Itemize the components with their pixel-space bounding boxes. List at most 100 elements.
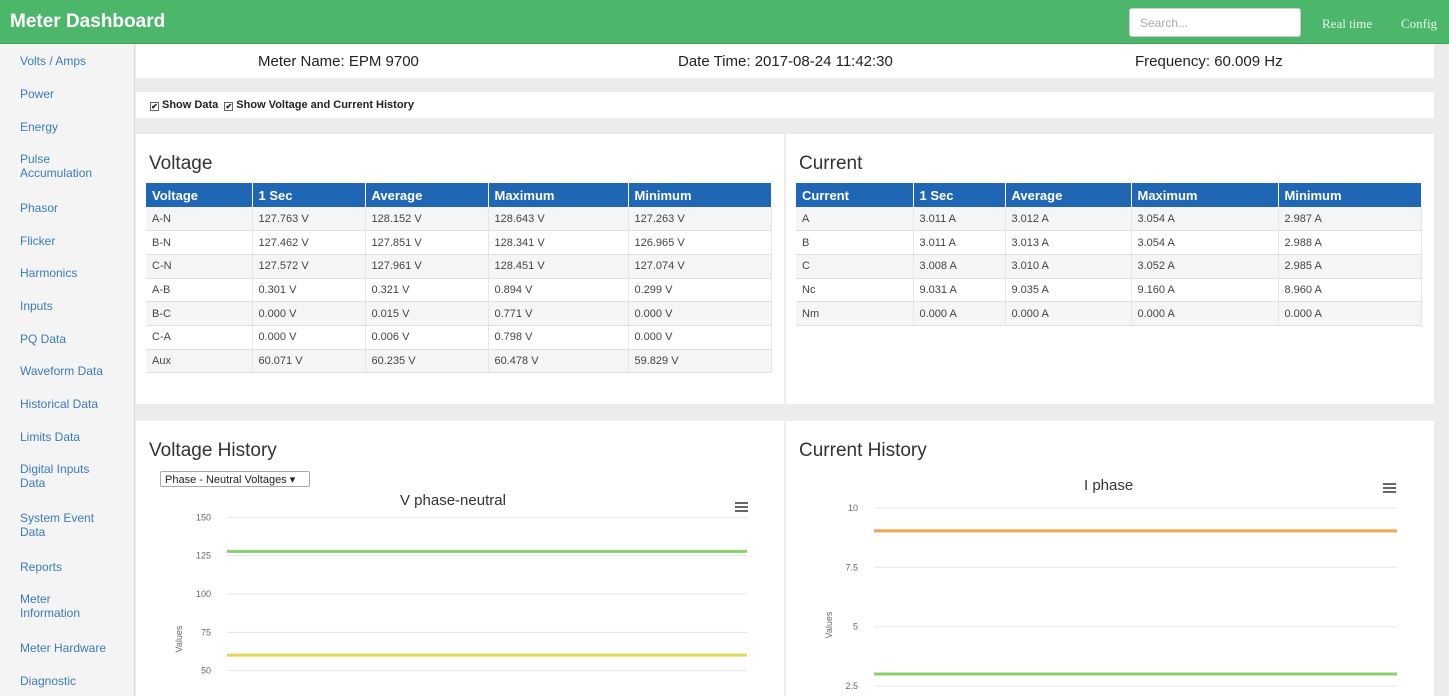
table-cell: 9.031 A: [913, 278, 1006, 303]
table-row: C 3.008 A 3.010 A 3.052 A 2.985 A: [796, 254, 1422, 279]
table-cell: 59.829 V: [628, 349, 772, 374]
column-header: 1 Sec: [252, 183, 366, 207]
voltage-table-header: Voltage 1 Sec Average Maximum Minimum: [146, 183, 772, 207]
current-history-title: Current History: [799, 440, 927, 461]
table-cell: 0.000 A: [913, 301, 1006, 326]
table-cell: C-N: [146, 254, 253, 279]
table-cell: 2.988 A: [1278, 230, 1422, 255]
table-row: B 3.011 A 3.013 A 3.054 A 2.988 A: [796, 230, 1422, 255]
table-cell: 3.052 A: [1131, 254, 1279, 279]
table-cell: 0.000 V: [628, 325, 772, 350]
show-history-checkbox[interactable]: ✔: [224, 102, 234, 111]
search-input[interactable]: [1129, 8, 1301, 37]
current-table: Current 1 Sec Average Maximum Minimum A3…: [796, 183, 1422, 326]
show-data-label: Show Data: [162, 99, 219, 111]
table-cell: 0.000 A: [1131, 301, 1279, 326]
table-cell: 128.341 V: [488, 230, 629, 255]
chart-menu-icon[interactable]: [735, 502, 748, 512]
current-chart-title: I phase: [1084, 477, 1134, 494]
table-row: B-N 127.462 V 127.851 V 128.341 V 126.965 V: [146, 230, 772, 255]
table-cell: A: [796, 207, 914, 232]
table-cell: 3.012 A: [1005, 207, 1132, 232]
voltage-history-chart: 150 125 100 75 50 Values: [174, 512, 747, 676]
column-header: Minimum: [1278, 183, 1422, 207]
current-history-chart: 10 7.5 5 2.5 Values: [824, 503, 1397, 691]
table-cell: 60.478 V: [488, 349, 629, 374]
table-cell: C: [796, 254, 914, 279]
table-cell: 127.263 V: [628, 207, 772, 232]
display-options: ✔ Show Data ✔ Show Voltage and Current His…: [150, 99, 414, 111]
voltage-type-select[interactable]: Phase - Neutral Voltages ▾: [160, 471, 310, 487]
column-header: Maximum: [1131, 183, 1279, 207]
table-row: Nm 0.000 A 0.000 A 0.000 A 0.000 A: [796, 301, 1422, 326]
sidebar-item-meter-hardware[interactable]: Meter Hardware: [20, 641, 130, 655]
chevron-down-icon: ▾: [289, 474, 296, 486]
frequency: Frequency: 60.009 Hz: [1135, 53, 1283, 70]
y-axis-label: Values: [174, 625, 184, 652]
chart-menu-icon[interactable]: [1383, 483, 1396, 493]
table-row: A-B 0.301 V 0.321 V 0.894 V 0.299 V: [146, 278, 772, 303]
table-cell: 0.798 V: [488, 325, 629, 350]
sidebar-item-energy[interactable]: Energy: [20, 120, 130, 134]
y-tick-label: 150: [196, 512, 211, 522]
sidebar-item-historical-data[interactable]: Historical Data: [20, 397, 130, 411]
table-cell: 127.763 V: [252, 207, 366, 232]
current-table-header: Current 1 Sec Average Maximum Minimum: [796, 183, 1422, 207]
table-cell: 9.160 A: [1131, 278, 1279, 303]
table-cell: 3.054 A: [1131, 230, 1279, 255]
sidebar-item-meter-information[interactable]: Meter Information: [20, 592, 100, 620]
table-cell: B-C: [146, 301, 253, 326]
table-cell: 8.960 A: [1278, 278, 1422, 303]
sidebar-item-reports[interactable]: Reports: [20, 560, 130, 574]
column-header: Voltage: [146, 183, 253, 207]
sidebar-item-pq-data[interactable]: PQ Data: [20, 332, 130, 346]
meter-name: Meter Name: EPM 9700: [258, 53, 419, 70]
table-cell: Nm: [796, 301, 914, 326]
table-cell: 128.152 V: [365, 207, 489, 232]
sidebar-item-digital-inputs-data[interactable]: Digital Inputs Data: [20, 462, 100, 490]
voltage-table: Voltage 1 Sec Average Maximum Minimum A-…: [146, 183, 772, 374]
current-title: Current: [799, 153, 863, 174]
y-tick-label: 2.5: [845, 681, 858, 691]
table-cell: 60.071 V: [252, 349, 366, 374]
y-tick-label: 75: [201, 627, 211, 637]
table-cell: 3.011 A: [913, 207, 1006, 232]
column-header: Current: [796, 183, 914, 207]
sidebar-item-diagnostic[interactable]: Diagnostic: [20, 674, 130, 688]
sidebar-item-system-event-data[interactable]: System Event Data: [20, 511, 100, 539]
table-cell: 2.987 A: [1278, 207, 1422, 232]
nav-config[interactable]: Config: [1401, 16, 1437, 32]
sidebar-item-volts-amps[interactable]: Volts / Amps: [20, 54, 130, 68]
y-tick-label: 7.5: [845, 562, 858, 572]
table-cell: 128.643 V: [488, 207, 629, 232]
app-title[interactable]: Meter Dashboard: [10, 11, 165, 33]
column-header: 1 Sec: [913, 183, 1006, 207]
table-cell: A-B: [146, 278, 253, 303]
table-cell: A-N: [146, 207, 253, 232]
table-cell: 0.321 V: [365, 278, 489, 303]
sidebar-item-harmonics[interactable]: Harmonics: [20, 266, 130, 280]
sidebar-item-inputs[interactable]: Inputs: [20, 299, 130, 313]
sidebar-item-flicker[interactable]: Flicker: [20, 234, 130, 248]
sidebar-item-phasor[interactable]: Phasor: [20, 201, 130, 215]
table-cell: 3.054 A: [1131, 207, 1279, 232]
date-time: Date Time: 2017-08-24 11:42:30: [678, 53, 893, 70]
table-cell: 0.000 V: [628, 301, 772, 326]
column-header: Minimum: [628, 183, 772, 207]
sidebar-item-limits-data[interactable]: Limits Data: [20, 430, 130, 444]
table-cell: 0.299 V: [628, 278, 772, 303]
sidebar-item-power[interactable]: Power: [20, 87, 130, 101]
table-cell: 0.771 V: [488, 301, 629, 326]
table-cell: 0.000 V: [252, 301, 366, 326]
voltage-history-title: Voltage History: [149, 440, 277, 461]
nav-real-time[interactable]: Real time: [1322, 16, 1372, 32]
sidebar-item-waveform-data[interactable]: Waveform Data: [20, 364, 130, 378]
show-data-checkbox[interactable]: ✔: [150, 102, 159, 111]
sidebar: Volts / Amps Power Energy Pulse Accumula…: [0, 44, 135, 696]
table-cell: 2.985 A: [1278, 254, 1422, 279]
sidebar-item-pulse-accumulation[interactable]: Pulse Accumulation: [20, 152, 100, 180]
table-cell: 0.006 V: [365, 325, 489, 350]
table-cell: 0.894 V: [488, 278, 629, 303]
table-cell: 127.572 V: [252, 254, 366, 279]
table-row: Nc 9.031 A 9.035 A 9.160 A 8.960 A: [796, 278, 1422, 303]
